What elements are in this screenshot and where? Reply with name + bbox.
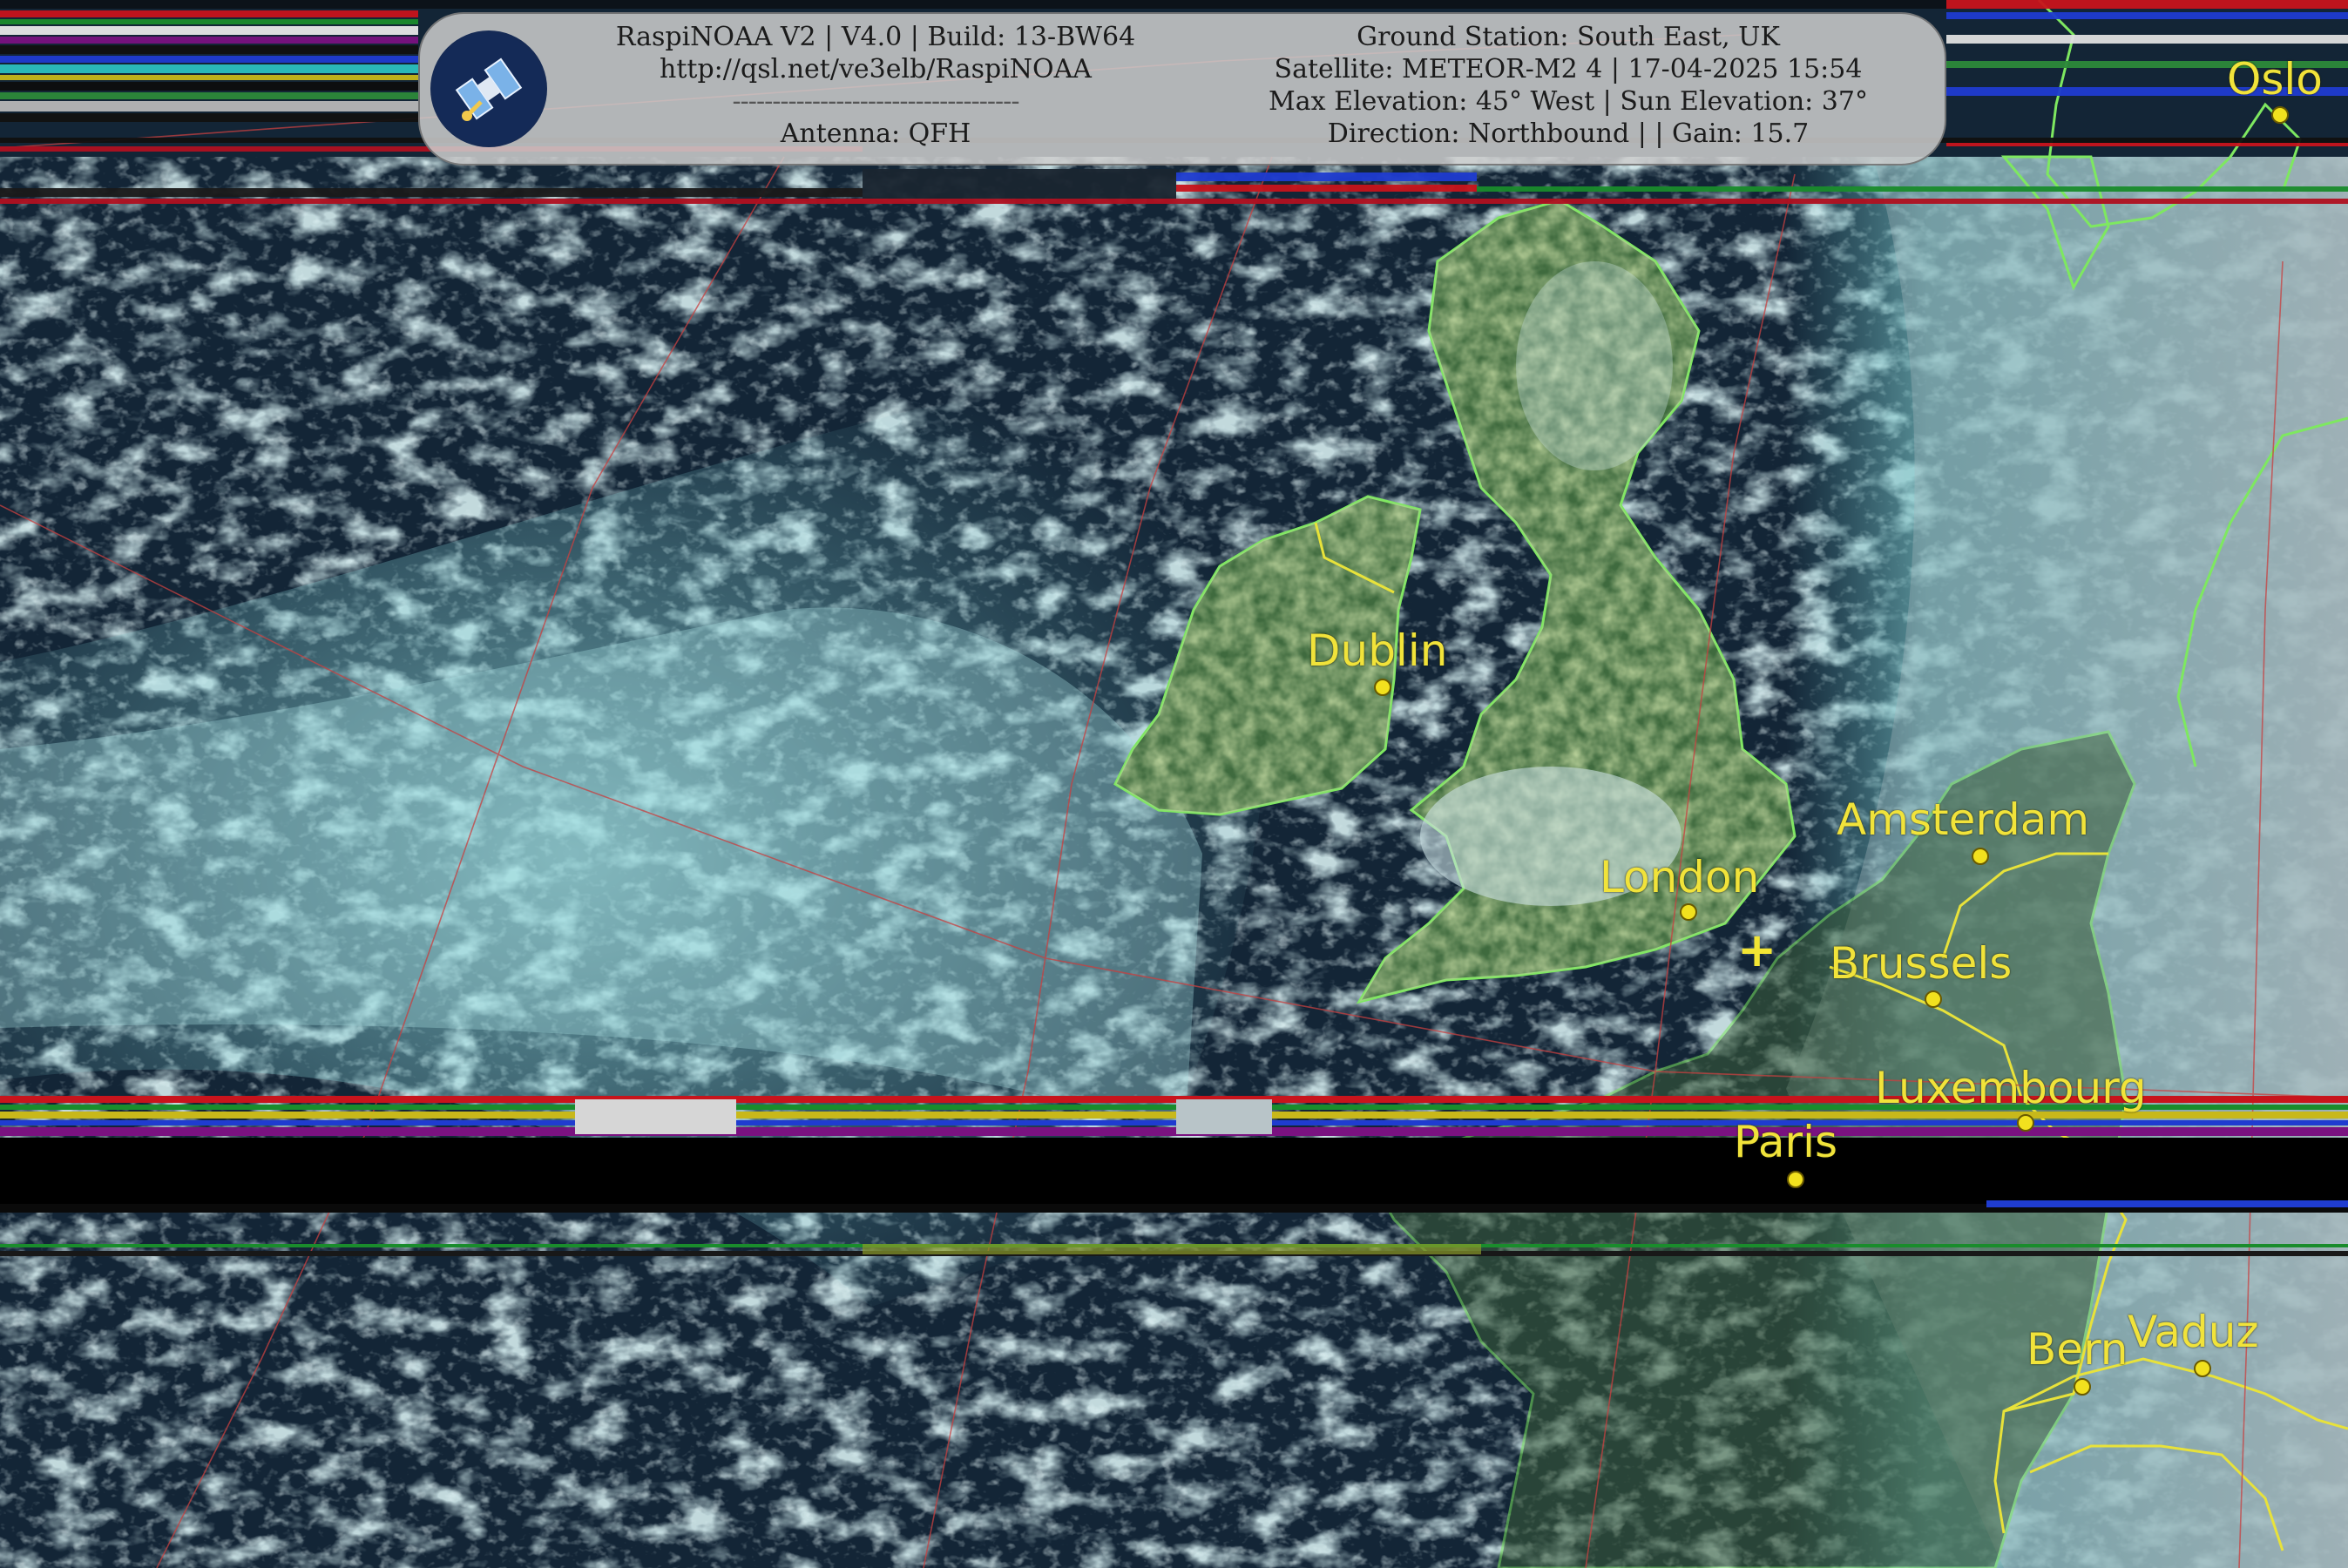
- city-dot-bern: [2074, 1378, 2091, 1396]
- antenna-line: Antenna: QFH: [780, 118, 971, 149]
- plus-marker-icon: +: [1737, 923, 1777, 977]
- city-label-oslo: Oslo: [2227, 54, 2323, 105]
- direction-line: Direction: Northbound | | Gain: 15.7: [1327, 118, 1810, 149]
- satellite-map: [0, 0, 2348, 1568]
- app-version-line: RaspiNOAA V2 | V4.0 | Build: 13-BW64: [615, 22, 1136, 52]
- city-dot-luxembourg: [2017, 1114, 2034, 1132]
- city-label-bern: Bern: [2027, 1324, 2128, 1375]
- city-dot-london: [1680, 903, 1697, 921]
- city-dot-paris: [1787, 1171, 1804, 1188]
- city-label-amsterdam: Amsterdam: [1837, 794, 2090, 845]
- city-label-dublin: Dublin: [1307, 625, 1448, 676]
- city-dot-amsterdam: [1972, 848, 1989, 865]
- banner-left-text: RaspiNOAA V2 | V4.0 | Build: 13-BW64 htt…: [558, 21, 1194, 150]
- city-label-brussels: Brussels: [1830, 938, 2013, 989]
- city-dot-brussels: [1925, 990, 1942, 1008]
- city-dot-vaduz: [2194, 1360, 2211, 1377]
- city-label-paris: Paris: [1734, 1117, 1838, 1167]
- city-dot-oslo: [2271, 106, 2289, 124]
- city-dot-dublin: [1374, 679, 1391, 696]
- city-label-london: London: [1600, 852, 1760, 902]
- banner-divider: ------------------------------------: [732, 86, 1020, 117]
- banner-right-text: Ground Station: South East, UK Satellite…: [1202, 21, 1934, 150]
- ground-station-line: Ground Station: South East, UK: [1357, 22, 1780, 52]
- satellite-logo-icon: [430, 30, 547, 147]
- city-label-vaduz: Vaduz: [2128, 1307, 2259, 1357]
- elevation-line: Max Elevation: 45° West | Sun Elevation:…: [1269, 86, 1868, 117]
- satellite-line: Satellite: METEOR-M2 4 | 17-04-2025 15:5…: [1274, 54, 1863, 84]
- project-url-line: http://qsl.net/ve3elb/RaspiNOAA: [660, 54, 1092, 84]
- city-label-luxembourg: Luxembourg: [1875, 1063, 2147, 1113]
